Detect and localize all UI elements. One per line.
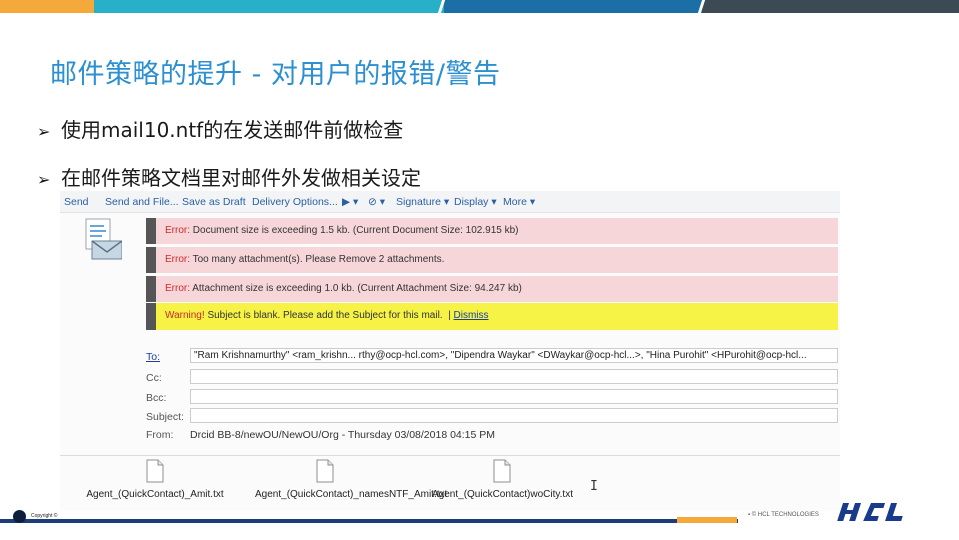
attachment-name: Agent_(QuickContact)_namesNTF_Amit.txt xyxy=(255,489,448,500)
from-value: Drcid BB-8/newOU/NewOU/Org - Thursday 03… xyxy=(190,429,496,441)
text-cursor-icon: I xyxy=(590,479,598,494)
error-message-bar: Error: Document size is exceeding 1.5 kb… xyxy=(146,218,838,244)
error-prefix: Error: xyxy=(165,254,190,265)
error-message-bar: Error: Too many attachment(s). Please Re… xyxy=(146,247,838,273)
save-as-draft-button[interactable]: Save as Draft xyxy=(182,196,246,208)
bullet-arrow-icon: ➢ xyxy=(37,122,51,141)
attach-icon[interactable]: ⊘ ▾ xyxy=(368,196,385,208)
attachment-item[interactable]: Agent_(QuickContact)_namesNTF_Amit.txt xyxy=(255,459,447,500)
body-divider xyxy=(60,455,840,456)
footer-accent xyxy=(677,517,737,523)
bullet-text: 在邮件策略文档里对邮件外发做相关设定 xyxy=(61,166,421,190)
footer-right-text: ▪ © HCL TECHNOLOGIES xyxy=(748,512,819,518)
more-menu[interactable]: More ▾ xyxy=(503,196,535,208)
attachment-item[interactable]: Agent_(QuickContact)_Amit.txt xyxy=(85,459,225,500)
dismiss-link[interactable]: Dismiss xyxy=(454,310,489,321)
band-cyan xyxy=(94,0,444,13)
message-strip xyxy=(146,276,156,302)
send-button[interactable]: Send xyxy=(64,196,89,208)
attachment-name: Agent_(QuickContact)_Amit.txt xyxy=(86,489,224,500)
message-strip xyxy=(146,303,156,330)
error-message-bar: Error: Attachment size is exceeding 1.0 … xyxy=(146,276,838,302)
to-label[interactable]: To: xyxy=(146,351,160,363)
cc-label: Cc: xyxy=(146,372,162,384)
top-color-band xyxy=(0,0,959,15)
band-blue xyxy=(444,0,702,13)
error-prefix: Error: xyxy=(165,283,190,294)
delivery-options-button[interactable]: Delivery Options... xyxy=(252,196,338,208)
warning-separator: | xyxy=(448,310,451,321)
subject-field[interactable] xyxy=(190,408,838,423)
text-file-icon xyxy=(146,459,164,483)
error-text: Attachment size is exceeding 1.0 kb. (Cu… xyxy=(192,283,522,294)
footer-copyright: Copyright © xyxy=(31,513,58,519)
slide-title: 邮件策略的提升 - 对用户的报错/警告 xyxy=(50,59,501,90)
signature-menu[interactable]: Signature ▾ xyxy=(396,196,449,208)
footer-bar xyxy=(0,519,738,523)
error-text: Too many attachment(s). Please Remove 2 … xyxy=(192,254,445,265)
hcl-logo xyxy=(837,503,903,521)
display-menu[interactable]: Display ▾ xyxy=(454,196,497,208)
cc-field[interactable] xyxy=(190,369,838,384)
bcc-field[interactable] xyxy=(190,389,838,404)
message-strip xyxy=(146,218,156,244)
from-label: From: xyxy=(146,429,174,441)
warning-prefix: Warning! xyxy=(165,310,205,321)
attachment-name: Agent_(QuickContact)woCity.txt xyxy=(432,489,573,500)
to-field[interactable]: "Ram Krishnamurthy" <ram_krishn... rthy@… xyxy=(190,348,838,363)
band-orange xyxy=(0,0,94,13)
flag-icon[interactable]: ▶ ▾ xyxy=(342,196,358,208)
error-prefix: Error: xyxy=(165,225,190,236)
mail-toolbar: Send Send and File... Save as Draft Deli… xyxy=(60,191,840,213)
bcc-label: Bcc: xyxy=(146,392,167,404)
bullet-item: ➢ 使用mail10.ntf的在发送邮件前做检查 xyxy=(37,114,403,143)
warning-message-bar: Warning! Subject is blank. Please add th… xyxy=(146,303,838,330)
message-strip xyxy=(146,247,156,273)
warning-text: Subject is blank. Please add the Subject… xyxy=(207,310,443,321)
mail-compose-window: Send Send and File... Save as Draft Deli… xyxy=(60,191,840,511)
envelope-document-icon xyxy=(85,218,122,260)
subject-label: Subject: xyxy=(146,411,184,423)
bullet-arrow-icon: ➢ xyxy=(37,170,51,189)
footer-logo-dot xyxy=(13,510,26,523)
attachment-item[interactable]: Agent_(QuickContact)woCity.txt xyxy=(432,459,573,500)
band-gray xyxy=(702,0,959,13)
error-text: Document size is exceeding 1.5 kb. (Curr… xyxy=(192,225,519,236)
text-file-icon xyxy=(316,459,334,483)
bullet-item: ➢ 在邮件策略文档里对邮件外发做相关设定 xyxy=(37,162,421,191)
send-and-file-button[interactable]: Send and File... xyxy=(105,196,179,208)
text-file-icon xyxy=(493,459,511,483)
bullet-text: 使用mail10.ntf的在发送邮件前做检查 xyxy=(61,118,404,142)
